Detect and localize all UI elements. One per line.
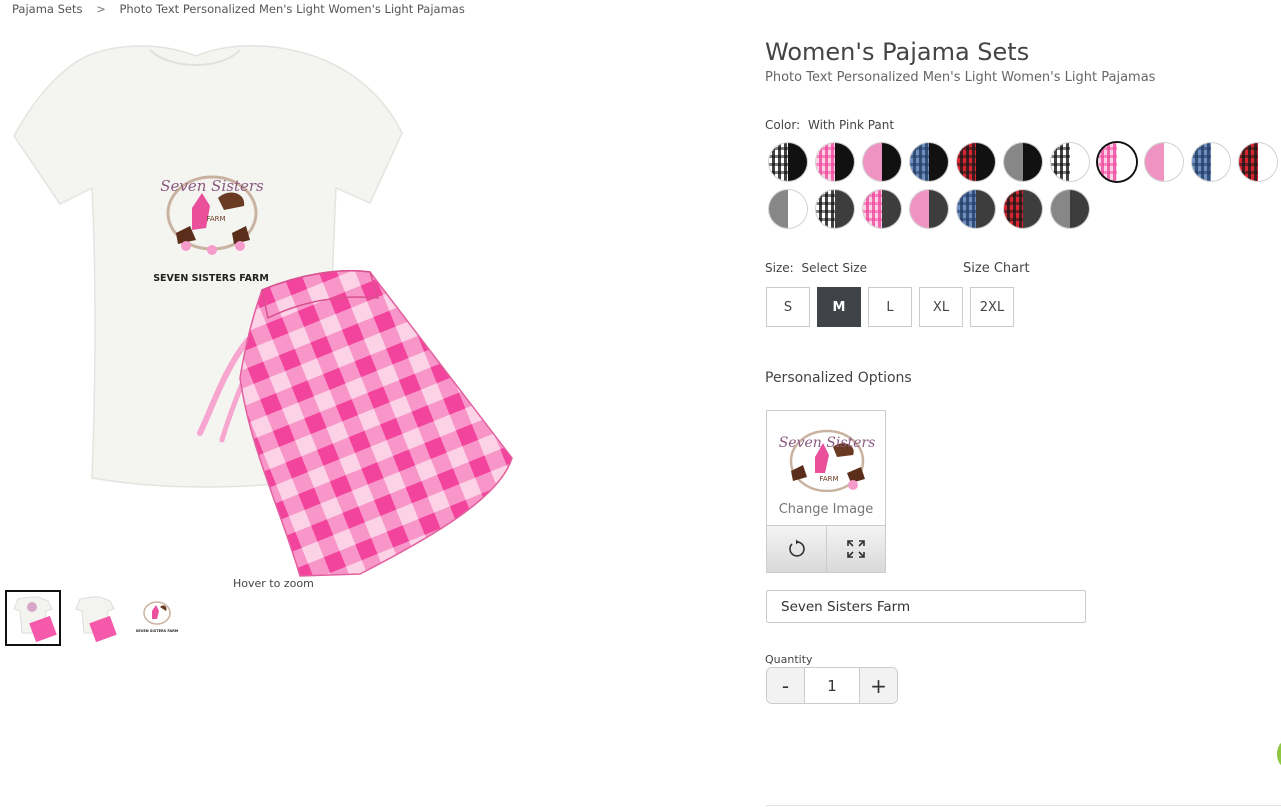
size-label-text: Size:	[765, 261, 794, 275]
color-label-text: Color:	[765, 118, 801, 132]
color-swatch-solid-pink-3[interactable]	[863, 143, 901, 181]
size-option-s[interactable]: S	[766, 287, 810, 327]
divider	[766, 805, 1281, 806]
color-swatch-plaid-blue-4[interactable]	[910, 143, 948, 181]
size-chart-link[interactable]: Size Chart	[963, 261, 1030, 276]
svg-text:FARM: FARM	[819, 475, 838, 483]
selected-size-text: Select Size	[801, 261, 867, 275]
color-swatch-plaid-red-11[interactable]	[1239, 143, 1277, 181]
size-option-l[interactable]: L	[868, 287, 912, 327]
rotate-button[interactable]	[767, 526, 826, 572]
change-image-button[interactable]: Change Image	[767, 492, 885, 526]
color-swatch-solid-gray-6[interactable]	[1004, 143, 1042, 181]
breadcrumb-separator: >	[96, 2, 106, 16]
thumbnail-design[interactable]: SEVEN SISTERS FARM	[129, 590, 185, 646]
product-subtitle: Photo Text Personalized Men's Light Wome…	[765, 70, 1156, 85]
color-swatch-plaid-bw-1[interactable]	[769, 143, 807, 181]
color-swatch-plaid-pink-8[interactable]	[1098, 143, 1136, 181]
color-swatch-plaid-pink-14[interactable]	[863, 190, 901, 228]
color-swatch-plaid-blue-16[interactable]	[957, 190, 995, 228]
hover-zoom-hint: Hover to zoom	[233, 577, 314, 590]
color-swatch-plaid-red-17[interactable]	[1004, 190, 1042, 228]
personalized-text-field[interactable]	[766, 590, 1086, 623]
thumbnail-front[interactable]	[5, 590, 61, 646]
size-option-2xl[interactable]: 2XL	[970, 287, 1014, 327]
color-label: Color: With Pink Pant	[765, 118, 894, 132]
quantity-decrement-button[interactable]: -	[767, 668, 804, 703]
quantity-stepper: - +	[766, 667, 898, 704]
quantity-input[interactable]	[804, 668, 860, 703]
selected-color-name: With Pink Pant	[808, 118, 895, 132]
size-label: Size: Select Size	[765, 261, 867, 275]
rotate-icon	[789, 539, 805, 557]
quantity-label: Quantity	[765, 653, 813, 666]
thumbnail-back[interactable]	[67, 590, 123, 646]
svg-text:FARM: FARM	[206, 215, 225, 223]
breadcrumb-current[interactable]: Photo Text Personalized Men's Light Wome…	[119, 2, 464, 16]
custom-logo-image: Seven Sisters FARM	[779, 429, 876, 493]
color-swatch-plaid-bw-7[interactable]	[1051, 143, 1089, 181]
color-swatch-plaid-red-5[interactable]	[957, 143, 995, 181]
svg-text:SEVEN SISTERS FARM: SEVEN SISTERS FARM	[136, 629, 179, 633]
color-swatch-solid-gray-12[interactable]	[769, 190, 807, 228]
size-option-xl[interactable]: XL	[919, 287, 963, 327]
color-swatch-solid-gray-18[interactable]	[1051, 190, 1089, 228]
color-swatch-plaid-bw-13[interactable]	[816, 190, 854, 228]
pajama-set-illustration: Seven Sisters FARM SEVEN SISTERS FARM	[13, 44, 513, 577]
breadcrumb-pajama-sets[interactable]: Pajama Sets	[12, 2, 83, 16]
personalized-options-heading: Personalized Options	[765, 370, 912, 386]
size-options: S M L XL 2XL	[766, 287, 1014, 327]
thumbnail-strip: SEVEN SISTERS FARM	[5, 590, 185, 646]
svg-text:Seven Sisters: Seven Sisters	[160, 177, 264, 195]
product-title: Women's Pajama Sets	[765, 38, 1030, 66]
color-swatch-plaid-blue-10[interactable]	[1192, 143, 1230, 181]
color-swatch-solid-pink-9[interactable]	[1145, 143, 1183, 181]
color-swatch-plaid-pink-2[interactable]	[816, 143, 854, 181]
expand-icon	[846, 540, 865, 558]
expand-button[interactable]	[825, 526, 885, 572]
shirt-text: SEVEN SISTERS FARM	[153, 273, 269, 284]
custom-image-preview[interactable]: Seven Sisters FARM Change Image	[766, 410, 886, 527]
size-option-m[interactable]: M	[817, 287, 861, 327]
svg-text:Seven Sisters: Seven Sisters	[779, 435, 876, 451]
color-swatch-solid-pink-15[interactable]	[910, 190, 948, 228]
image-tools	[766, 525, 886, 573]
breadcrumb: Pajama Sets > Photo Text Personalized Me…	[12, 2, 465, 16]
help-chat-button[interactable]	[1277, 740, 1281, 768]
product-main-image[interactable]: Seven Sisters FARM SEVEN SISTERS FARM	[0, 28, 545, 580]
quantity-increment-button[interactable]: +	[860, 668, 897, 703]
